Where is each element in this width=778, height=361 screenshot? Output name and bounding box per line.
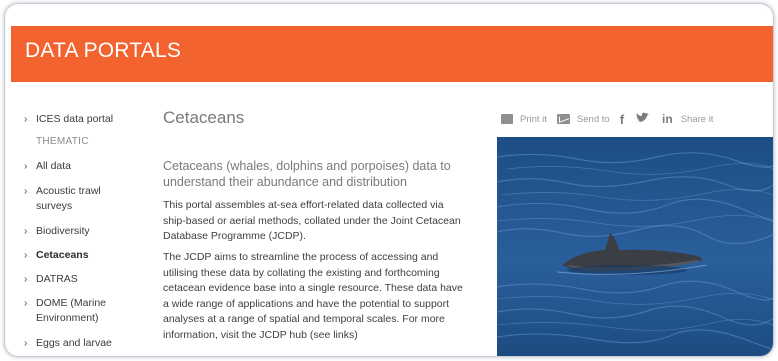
main-content: Cetaceans Cetaceans (whales, dolphins an… bbox=[163, 108, 463, 341]
chevron-right-icon: › bbox=[24, 114, 28, 125]
page-title: Cetaceans bbox=[163, 108, 245, 127]
mail-icon bbox=[556, 114, 570, 124]
twitter-icon[interactable] bbox=[636, 112, 650, 126]
print-icon bbox=[501, 114, 513, 124]
share-label[interactable]: Share it bbox=[681, 114, 714, 125]
description-paragraph: The JCDP aims to streamline the process … bbox=[163, 251, 463, 341]
send-to-button[interactable]: Send to bbox=[556, 113, 610, 125]
porpoise-photo bbox=[497, 137, 773, 356]
porpoise-image bbox=[497, 137, 773, 356]
sidebar-item-label: Acoustic trawl surveys bbox=[36, 185, 101, 212]
sidebar-item-label: Cetaceans bbox=[36, 249, 89, 261]
sidebar-item-cetaceans[interactable]: › Cetaceans bbox=[24, 248, 134, 263]
print-label: Print it bbox=[520, 113, 547, 125]
send-label: Send to bbox=[576, 113, 610, 125]
page-subtitle: Cetaceans (whales, dolphins and porpoise… bbox=[163, 159, 451, 189]
header-banner: DATA PORTALS bbox=[11, 26, 773, 82]
chevron-right-icon: › bbox=[24, 274, 28, 285]
sidebar-item-label: ICES data portal bbox=[36, 113, 114, 125]
sidebar-item-label: DOME (Marine Environment) bbox=[36, 297, 107, 324]
share-toolbar: Print it Send to f in Share it bbox=[501, 111, 713, 127]
sidebar-item-dome[interactable]: › DOME (Marine Environment) bbox=[24, 296, 129, 326]
page-header-title: DATA PORTALS bbox=[25, 39, 182, 62]
linkedin-icon[interactable]: in bbox=[662, 112, 673, 126]
chevron-right-icon: › bbox=[24, 161, 28, 172]
chevron-right-icon: › bbox=[24, 226, 28, 237]
sidebar-item-label: DATRAS bbox=[36, 273, 78, 285]
sidebar-item-datras[interactable]: › DATRAS bbox=[24, 272, 134, 287]
sidebar-item-eggs-and-larvae[interactable]: › Eggs and larvae bbox=[24, 336, 134, 351]
chevron-right-icon: › bbox=[24, 338, 28, 349]
sidebar-heading-thematic: THEMATIC bbox=[36, 136, 89, 147]
sidebar-item-label: All data bbox=[36, 160, 72, 172]
sidebar-item-label: Biodiversity bbox=[36, 225, 90, 237]
sidebar-item-all-data[interactable]: › All data bbox=[24, 159, 134, 174]
sidebar-item-biodiversity[interactable]: › Biodiversity bbox=[24, 224, 134, 239]
chevron-right-icon: › bbox=[24, 250, 28, 261]
sidebar-item-acoustic-trawl-surveys[interactable]: › Acoustic trawl surveys bbox=[24, 184, 124, 214]
sidebar-item-ices-data-portal[interactable]: › ICES data portal bbox=[24, 112, 134, 127]
print-button[interactable]: Print it bbox=[501, 114, 547, 125]
chevron-right-icon: › bbox=[24, 186, 28, 197]
screenshot-frame: DATA PORTALS › ICES data portal THEMATIC… bbox=[4, 3, 774, 357]
facebook-icon[interactable]: f bbox=[620, 112, 624, 127]
intro-paragraph: This portal assembles at-sea effort-rela… bbox=[163, 199, 461, 242]
sidebar-item-label: Eggs and larvae bbox=[36, 337, 112, 349]
chevron-right-icon: › bbox=[24, 298, 28, 309]
